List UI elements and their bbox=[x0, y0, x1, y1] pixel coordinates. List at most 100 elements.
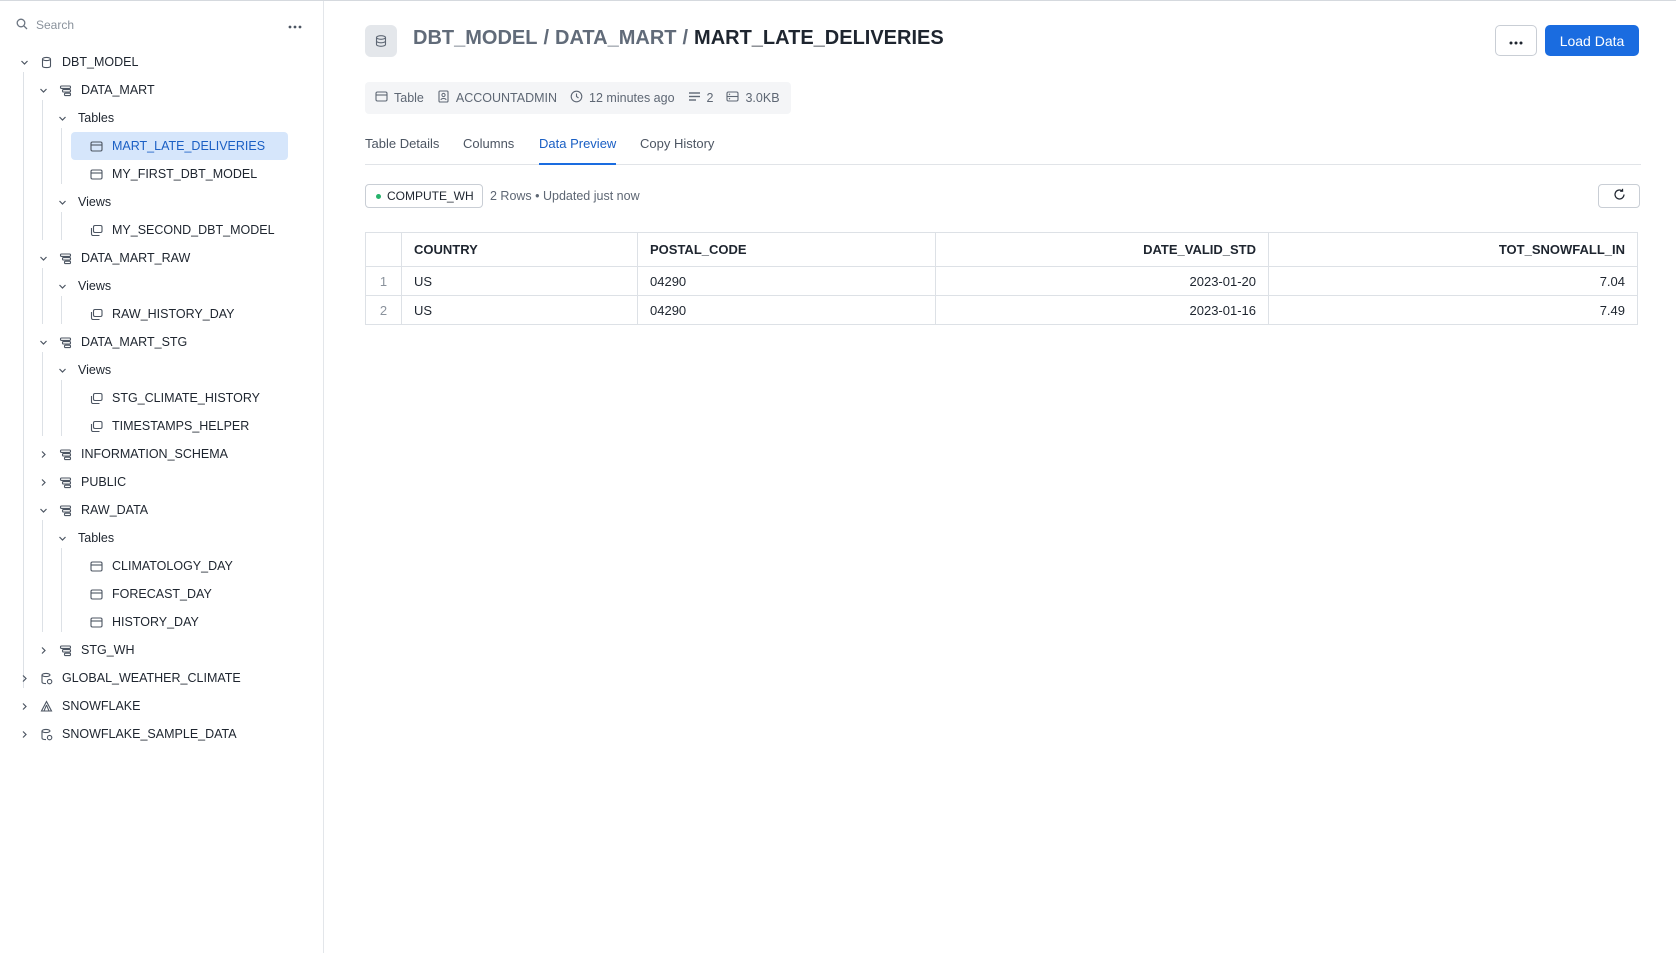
shared-database-icon bbox=[39, 671, 53, 685]
tree-guide bbox=[61, 548, 62, 632]
tree-node-label: CLIMATOLOGY_DAY bbox=[112, 559, 233, 573]
tree-node-history-day[interactable]: HISTORY_DAY bbox=[83, 608, 199, 636]
load-data-button[interactable]: Load Data bbox=[1545, 25, 1639, 56]
tree-node-label: FORECAST_DAY bbox=[112, 587, 212, 601]
breadcrumb-database[interactable]: DBT_MODEL bbox=[413, 27, 537, 50]
tab-table-details[interactable]: Table Details bbox=[365, 131, 439, 165]
tree-node-data-mart-stg[interactable]: DATA_MART_STG bbox=[37, 328, 187, 356]
chevron-right-icon[interactable] bbox=[18, 728, 30, 740]
sidebar-more-button[interactable] bbox=[286, 15, 304, 33]
object-explorer-sidebar: Search DBT_MODEL DATA_MART Tables MART_LATE… bbox=[0, 1, 324, 953]
tree-node-label: INFORMATION_SCHEMA bbox=[81, 447, 228, 461]
tree-node-my-second-dbt-model[interactable]: MY_SECOND_DBT_MODEL bbox=[83, 216, 275, 244]
chevron-down-icon[interactable] bbox=[56, 112, 68, 124]
schema-icon bbox=[58, 335, 72, 349]
data-preview-table: COUNTRY POSTAL_CODE DATE_VALID_STD TOT_S… bbox=[365, 232, 1638, 325]
tree-node-label: MART_LATE_DELIVERIES bbox=[112, 139, 266, 153]
search-box[interactable]: Search bbox=[16, 15, 306, 35]
chevron-down-icon[interactable] bbox=[37, 252, 49, 264]
table-cell[interactable]: 7.49 bbox=[1268, 295, 1638, 325]
tree-node-raw-history-day[interactable]: RAW_HISTORY_DAY bbox=[83, 300, 235, 328]
tree-node-raw-data[interactable]: RAW_DATA bbox=[37, 496, 148, 524]
table-row: 2 US 04290 2023-01-16 7.49 bbox=[365, 295, 1638, 325]
view-icon bbox=[89, 223, 103, 237]
view-icon bbox=[89, 419, 103, 433]
table-cell[interactable]: US bbox=[401, 266, 638, 296]
tree-node-global-weather-climate[interactable]: GLOBAL_WEATHER_CLIMATE bbox=[18, 664, 241, 692]
chevron-right-icon[interactable] bbox=[18, 672, 30, 684]
tree-node-information-schema[interactable]: INFORMATION_SCHEMA bbox=[37, 440, 228, 468]
more-actions-button[interactable] bbox=[1495, 25, 1537, 56]
chevron-down-icon[interactable] bbox=[37, 504, 49, 516]
row-number: 1 bbox=[365, 266, 402, 296]
schema-icon bbox=[58, 643, 72, 657]
tree-node-label: SNOWFLAKE_SAMPLE_DATA bbox=[62, 727, 237, 741]
refresh-icon bbox=[1613, 188, 1626, 204]
column-header[interactable]: TOT_SNOWFALL_IN bbox=[1268, 232, 1638, 267]
chevron-right-icon[interactable] bbox=[37, 448, 49, 460]
tree-node-label: Views bbox=[78, 363, 112, 377]
tree-node-tables[interactable]: Tables bbox=[56, 524, 114, 552]
chevron-down-icon[interactable] bbox=[56, 280, 68, 292]
chevron-down-icon[interactable] bbox=[56, 196, 68, 208]
tree-guide bbox=[61, 296, 62, 324]
tree-node-views[interactable]: Views bbox=[56, 356, 111, 384]
chevron-down-icon[interactable] bbox=[37, 84, 49, 96]
tab-copy-history[interactable]: Copy History bbox=[640, 131, 714, 165]
chevron-right-icon[interactable] bbox=[37, 476, 49, 488]
tree-node-climatology-day[interactable]: CLIMATOLOGY_DAY bbox=[83, 552, 233, 580]
tree-node-data-mart-raw[interactable]: DATA_MART_RAW bbox=[37, 244, 190, 272]
schema-icon bbox=[58, 251, 72, 265]
chevron-down-icon[interactable] bbox=[56, 532, 68, 544]
tree-node-label: Tables bbox=[78, 531, 115, 545]
table-icon bbox=[89, 167, 103, 181]
table-cell[interactable]: 7.04 bbox=[1268, 266, 1638, 296]
schema-icon bbox=[58, 447, 72, 461]
meta-type: Table bbox=[375, 90, 424, 106]
chevron-down-icon[interactable] bbox=[37, 336, 49, 348]
tree-node-timestamps-helper[interactable]: TIMESTAMPS_HELPER bbox=[83, 412, 249, 440]
refresh-button[interactable] bbox=[1598, 184, 1640, 208]
breadcrumb-schema[interactable]: DATA_MART bbox=[555, 27, 676, 50]
tree-node-views[interactable]: Views bbox=[56, 272, 111, 300]
tree-node-label: Views bbox=[78, 195, 112, 209]
warehouse-selector[interactable]: COMPUTE_WH bbox=[365, 184, 483, 208]
column-header[interactable]: DATE_VALID_STD bbox=[935, 232, 1269, 267]
search-input[interactable]: Search bbox=[36, 18, 74, 32]
chevron-right-icon[interactable] bbox=[37, 644, 49, 656]
tree-node-stg-wh[interactable]: STG_WH bbox=[37, 636, 134, 664]
column-header[interactable]: POSTAL_CODE bbox=[637, 232, 936, 267]
view-icon bbox=[89, 391, 103, 405]
chevron-down-icon[interactable] bbox=[18, 56, 30, 68]
tree-node-snowflake[interactable]: SNOWFLAKE bbox=[18, 692, 141, 720]
tree-node-mart-late-deliveries[interactable]: MART_LATE_DELIVERIES bbox=[71, 132, 288, 160]
table-cell[interactable]: 2023-01-20 bbox=[935, 266, 1269, 296]
tree-node-dbt-model[interactable]: DBT_MODEL bbox=[18, 48, 138, 76]
table-object-icon bbox=[365, 25, 397, 57]
tree-node-my-first-dbt-model[interactable]: MY_FIRST_DBT_MODEL bbox=[83, 160, 257, 188]
tree-node-data-mart[interactable]: DATA_MART bbox=[37, 76, 155, 104]
tree-node-public[interactable]: PUBLIC bbox=[37, 468, 126, 496]
table-icon bbox=[89, 559, 103, 573]
search-icon bbox=[16, 18, 28, 33]
tree-node-stg-climate-history[interactable]: STG_CLIMATE_HISTORY bbox=[83, 384, 260, 412]
table-cell[interactable]: 04290 bbox=[637, 295, 936, 325]
rows-icon bbox=[688, 90, 707, 106]
meta-rows-label: 2 bbox=[706, 91, 714, 105]
meta-type-label: Table bbox=[394, 91, 424, 105]
tab-data-preview[interactable]: Data Preview bbox=[539, 131, 617, 165]
meta-updated-label: 12 minutes ago bbox=[589, 91, 675, 105]
tab-columns[interactable]: Columns bbox=[463, 131, 514, 165]
tree-node-views[interactable]: Views bbox=[56, 188, 111, 216]
table-cell[interactable]: 04290 bbox=[637, 266, 936, 296]
table-cell[interactable]: 2023-01-16 bbox=[935, 295, 1269, 325]
column-header[interactable]: COUNTRY bbox=[401, 232, 638, 267]
tree-node-snowflake-sample-data[interactable]: SNOWFLAKE_SAMPLE_DATA bbox=[18, 720, 237, 748]
chevron-down-icon[interactable] bbox=[56, 364, 68, 376]
snowflake-icon bbox=[39, 699, 53, 713]
table-cell[interactable]: US bbox=[401, 295, 638, 325]
tree-node-forecast-day[interactable]: FORECAST_DAY bbox=[83, 580, 212, 608]
tree-guide bbox=[42, 100, 43, 240]
tree-node-tables[interactable]: Tables bbox=[56, 104, 114, 132]
chevron-right-icon[interactable] bbox=[18, 700, 30, 712]
